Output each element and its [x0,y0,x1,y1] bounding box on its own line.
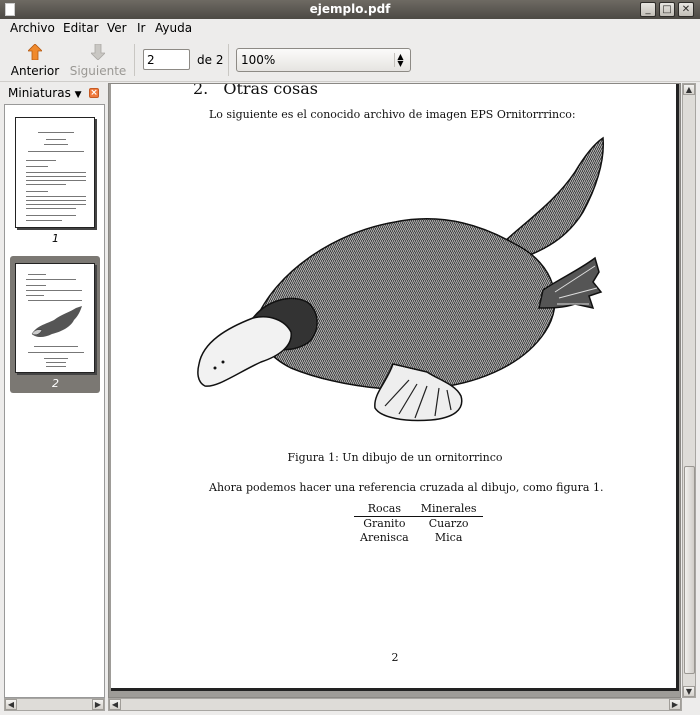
sidebar: Miniaturas ▼ × 1 2 [4,83,105,698]
close-button[interactable]: ✕ [678,2,694,17]
arrow-up-icon [28,44,42,60]
menu-archivo[interactable]: Archivo [10,21,55,35]
zoom-value: 100% [241,53,276,67]
toolbar-separator [134,44,135,76]
sidebar-horizontal-scrollbar[interactable]: ◀ ▶ [4,698,105,711]
updown-chevron-icon: ▲ ▼ [394,53,406,68]
maximize-button[interactable]: □ [659,2,675,17]
table-row: Granito Cuarzo [354,517,483,532]
zoom-select[interactable]: 100% ▲ ▼ [236,48,411,72]
scroll-left-button[interactable]: ◀ [5,699,17,710]
crossref-paragraph: Ahora podemos hacer una referencia cruza… [209,481,604,494]
toolbar-separator [228,44,229,76]
minimize-button[interactable]: _ [640,2,656,17]
thumbnail-label-2: 2 [52,377,59,390]
chevron-down-icon: ▼ [74,90,82,100]
menu-ir[interactable]: Ir [137,21,145,35]
rocks-minerals-table: Rocas Minerales Granito Cuarzo Arenisca … [354,502,483,545]
table-header: Minerales [414,502,483,517]
table-cell: Arenisca [360,531,409,544]
table-cell: Mica [434,531,463,544]
menu-bar: Archivo Editar Ver Ir Ayuda [0,19,700,38]
page-thumbnail-1[interactable] [15,117,95,228]
platypus-thumbnail-image [31,306,82,337]
figure-caption: Figura 1: Un dibujo de un ornitorrinco [287,451,503,464]
page-thumbnail-2[interactable] [15,263,95,373]
page-number-input[interactable] [143,49,190,70]
table-row: Arenisca Mica [354,531,483,545]
window-title: ejemplo.pdf [309,2,391,16]
table-cell: Cuarzo [428,517,469,530]
arrow-down-icon [91,44,105,60]
menu-ver[interactable]: Ver [107,21,127,35]
thumbnail-panel: 1 2 [4,104,105,698]
scroll-down-button[interactable]: ▼ [683,686,695,697]
document-page: 2. Otras cosas Lo siguiente es el conoci… [111,83,679,691]
table-header: Rocas [354,502,415,517]
menu-editar[interactable]: Editar [63,21,99,35]
previous-page-button[interactable]: Anterior [8,42,62,80]
page-number: 2 [391,651,399,664]
scroll-right-button[interactable]: ▶ [669,699,681,710]
close-sidebar-icon[interactable]: × [89,88,99,98]
thumbnail-label-1: 1 [52,232,59,245]
section-heading: 2. Otras cosas [193,83,318,98]
vertical-scroll-thumb[interactable] [684,466,695,674]
table-cell: Granito [363,517,406,530]
intro-paragraph: Lo siguiente es el conocido archivo de i… [209,108,576,121]
menu-ayuda[interactable]: Ayuda [155,21,192,35]
document-vertical-scrollbar[interactable]: ▲ ▼ [682,83,696,698]
sidebar-view-selector[interactable]: Miniaturas ▼ [8,86,82,100]
platypus-figure [197,136,604,422]
sidebar-header: Miniaturas ▼ × [4,83,105,103]
scroll-right-button[interactable]: ▶ [92,699,104,710]
scroll-left-button[interactable]: ◀ [109,699,121,710]
title-bar: ejemplo.pdf _ □ ✕ [0,0,700,19]
scroll-up-button[interactable]: ▲ [683,84,695,95]
page-count-label: de 2 [197,53,224,67]
document-horizontal-scrollbar[interactable]: ◀ ▶ [108,698,682,711]
next-page-button[interactable]: Siguiente [69,42,127,80]
document-view[interactable]: 2. Otras cosas Lo siguiente es el conoci… [108,83,681,698]
